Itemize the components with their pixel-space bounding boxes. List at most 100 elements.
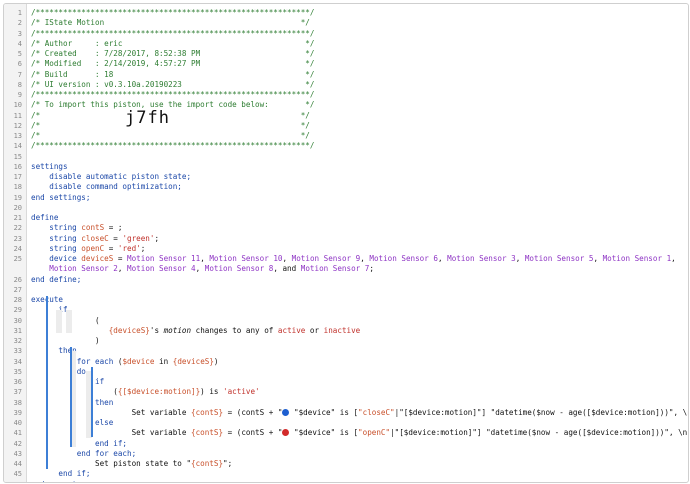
token-var: {deviceS} — [172, 356, 214, 366]
code-line[interactable]: 26 end define; — [4, 275, 688, 285]
token-var: $device — [122, 356, 155, 366]
token-var: {contS} — [191, 428, 224, 438]
token-op: = — [104, 243, 118, 253]
code-line[interactable]: 39 Set variable {contS} = (contS + " "$d… — [4, 408, 688, 418]
token-kw: device — [31, 254, 82, 263]
line-code: /***************************************… — [31, 8, 314, 18]
code-line[interactable]: 42 end if; — [4, 439, 688, 449]
code-line[interactable]: 2 /* IState Motion */ — [4, 18, 688, 28]
for-each-block-bar[interactable] — [70, 347, 72, 447]
token-op: |"[$device:motion]"] "datetime($now - ag… — [390, 428, 689, 438]
line-number: 12 — [13, 121, 22, 130]
code-line[interactable]: 1 /**************************************… — [4, 8, 688, 18]
code-line[interactable]: 5 /* Created : 7/28/2017, 8:52:38 PM */ — [4, 49, 688, 59]
nested-if-block-bar[interactable] — [91, 367, 93, 437]
code-line[interactable]: 20 — [4, 203, 688, 213]
line-code: /* */ — [31, 131, 310, 141]
line-code: string closeC = 'green'; — [31, 234, 159, 244]
line-number: 26 — [13, 275, 22, 284]
token-str: 'red' — [117, 243, 141, 253]
token-kw: end define; — [31, 274, 82, 284]
code-line[interactable]: 9 /**************************************… — [4, 90, 688, 100]
if-block-bar[interactable] — [46, 296, 48, 469]
code-line[interactable]: 31 {deviceS}'s motion changes to any of … — [4, 326, 688, 336]
code-line[interactable]: 34 for each ($device in {deviceS}) — [4, 357, 688, 367]
code-line[interactable]: 12 /* */ — [4, 121, 688, 131]
line-number: 43 — [13, 449, 22, 458]
code-line[interactable]: 29 if — [4, 305, 688, 315]
code-line[interactable]: 15 — [4, 152, 688, 162]
code-line[interactable]: 44 Set piston state to "{contS}"; — [4, 459, 688, 469]
line-code: {deviceS}'s motion changes to any of act… — [31, 326, 361, 336]
code-line[interactable]: 4 /* Author : eric */ — [4, 39, 688, 49]
code-line[interactable]: 38 then — [4, 398, 688, 408]
token-cm: /* To import this piston, use the import… — [31, 100, 315, 110]
code-line[interactable]: 23 string closeC = 'green'; — [4, 234, 688, 244]
code-line[interactable]: 17 disable automatic piston state; — [4, 172, 688, 182]
token-op: ; — [369, 264, 374, 274]
code-line[interactable]: 45 end if; — [4, 469, 688, 479]
token-op: Set piston state to " — [31, 459, 192, 468]
line-code: ) — [31, 336, 100, 346]
code-line[interactable]: 18 disable command optimization; — [4, 182, 688, 192]
code-line[interactable]: 36 if — [4, 377, 688, 387]
token-cm: /* UI version : v0.3.10a.20190223 */ — [31, 79, 315, 89]
code-line[interactable]: 19 end settings; — [4, 193, 688, 203]
code-line[interactable]: 25 device deviceS = Motion Sensor 11, Mo… — [4, 254, 688, 264]
line-code: /* Build : 18 */ — [31, 70, 314, 80]
code-line[interactable]: 10 /* To import this piston, use the impo… — [4, 100, 688, 110]
line-number: 8 — [17, 80, 22, 89]
code-line[interactable]: 43 end for each; — [4, 449, 688, 459]
line-number: 17 — [13, 173, 22, 181]
code-line[interactable]: 41 Set variable {contS} = (contS + " "$d… — [4, 428, 688, 438]
token-dev: Motion Sensor 4 — [127, 264, 196, 274]
code-line[interactable]: 28execute — [4, 295, 688, 305]
code-line[interactable]: 7 /* Build : 18 */ — [4, 70, 688, 80]
line-number: 34 — [13, 357, 22, 366]
line-number: 45 — [13, 470, 22, 479]
token-op: "$device" is [ — [289, 407, 359, 417]
line-code: /***************************************… — [31, 90, 314, 100]
line-code: /***************************************… — [31, 141, 314, 151]
token-op: = — [113, 254, 128, 263]
code-line[interactable]: 24 string openC = 'red'; — [4, 244, 688, 254]
code-line[interactable]: 46 end execute; — [4, 480, 688, 483]
code-line[interactable]: 35 do — [4, 367, 688, 377]
line-code: /* Created : 7/28/2017, 8:52:38 PM */ — [31, 49, 314, 59]
code-line[interactable]: 11 /* */ — [4, 111, 688, 121]
token-op: ) is — [200, 387, 224, 397]
line-code: /***************************************… — [31, 29, 314, 39]
token-cm: /* */ — [31, 131, 310, 140]
code-line[interactable]: 33 then — [4, 346, 688, 356]
token-kw: end if; — [31, 469, 91, 479]
token-op: ; — [140, 243, 146, 253]
token-kw: end settings; — [31, 192, 91, 202]
condition-guide — [66, 310, 72, 333]
token-var: {[$device:motion]} — [117, 387, 201, 397]
token-kw: define — [31, 213, 59, 222]
code-line[interactable]: 3 /**************************************… — [4, 29, 688, 39]
code-line[interactable]: 6 /* Modified : 2/14/2019, 4:57:27 PM */ — [4, 59, 688, 69]
code-line[interactable]: 37 ({[$device:motion]}) is 'active' — [4, 387, 688, 397]
token-dev: Motion Sensor 7 — [300, 264, 370, 274]
line-code: for each ($device in {deviceS}) — [31, 357, 219, 367]
line-code: disable automatic piston state; — [31, 172, 191, 182]
code-line[interactable]: Motion Sensor 2, Motion Sensor 4, Motion… — [4, 264, 688, 274]
condition-guide — [56, 310, 62, 333]
code-line[interactable]: 27 — [4, 285, 688, 295]
code-line[interactable]: 13 /* */ — [4, 131, 688, 141]
code-line[interactable]: 8 /* UI version : v0.3.10a.20190223 */ — [4, 80, 688, 90]
code-line[interactable]: 22 string contS = ; — [4, 223, 688, 233]
line-code: end define; — [31, 275, 81, 285]
code-line[interactable]: 32 ) — [4, 336, 688, 346]
code-line[interactable]: 14 /*************************************… — [4, 141, 688, 151]
token-op: , — [195, 264, 205, 274]
token-kw: if — [31, 377, 105, 386]
token-op: ) — [31, 336, 100, 345]
line-number: 6 — [17, 60, 22, 69]
code-line[interactable]: 40 else — [4, 418, 688, 428]
code-line[interactable]: 16 settings — [4, 162, 688, 172]
code-line[interactable]: 30 ( — [4, 316, 688, 326]
line-number: 30 — [13, 316, 22, 325]
code-line[interactable]: 21 define — [4, 213, 688, 223]
